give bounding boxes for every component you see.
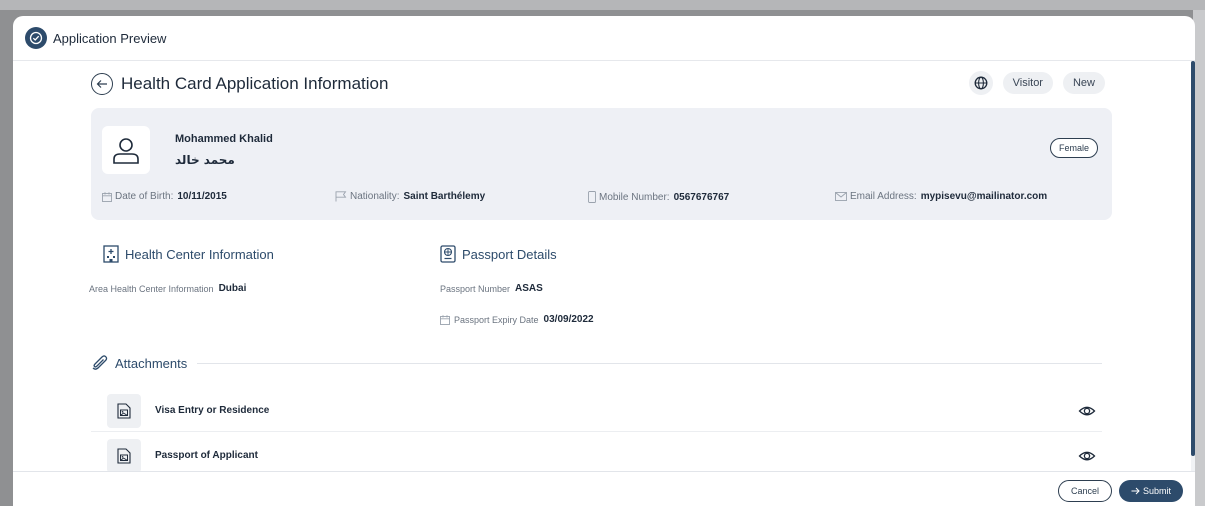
mobile-value: 0567676767 bbox=[673, 191, 730, 203]
passport-icon bbox=[440, 245, 456, 263]
attachments-title: Attachments bbox=[115, 355, 188, 371]
area-health-center-field: Area Health Center Information Dubai bbox=[89, 283, 246, 294]
health-center-heading: Health Center Information bbox=[103, 245, 274, 263]
back-button[interactable] bbox=[91, 73, 113, 95]
cancel-button[interactable]: Cancel bbox=[1058, 480, 1112, 502]
area-health-center-label: Area Health Center Information bbox=[89, 283, 214, 294]
arrow-left-icon bbox=[96, 80, 107, 88]
calendar-icon bbox=[440, 314, 450, 325]
passport-number-label: Passport Number bbox=[440, 283, 511, 294]
arrow-right-icon bbox=[1131, 487, 1140, 495]
phone-icon bbox=[588, 191, 596, 203]
attachment-label: Visa Entry or Residence bbox=[155, 405, 270, 416]
visitor-chip: Visitor bbox=[1002, 72, 1053, 94]
modal-header: Application Preview bbox=[13, 16, 1195, 61]
passport-title: Passport Details bbox=[462, 246, 557, 262]
passport-number-field: Passport Number ASAS bbox=[440, 283, 543, 294]
passport-expiry-field: Passport Expiry Date 03/09/2022 bbox=[440, 314, 594, 325]
email-label: Email Address: bbox=[850, 191, 917, 202]
submit-button[interactable]: Submit bbox=[1119, 480, 1183, 502]
profile-card: Mohammed Khalid محمد خالد Female Date of… bbox=[91, 108, 1112, 220]
nationality-value: Saint Barthélemy bbox=[403, 191, 486, 202]
status-chip: New bbox=[1062, 72, 1105, 94]
health-center-title: Health Center Information bbox=[125, 246, 274, 262]
passport-expiry-label: Passport Expiry Date bbox=[454, 314, 539, 325]
dob-field: Date of Birth: 10/11/2015 bbox=[102, 191, 227, 202]
eye-icon[interactable] bbox=[1078, 448, 1096, 464]
attachment-row: Passport of Applicant bbox=[91, 435, 1102, 471]
attachment-row: Visa Entry or Residence bbox=[91, 390, 1102, 432]
divider bbox=[197, 362, 1102, 364]
page-header: Health Card Application Information bbox=[91, 73, 388, 95]
check-circle-icon bbox=[25, 27, 47, 49]
applicant-name-ar: محمد خالد bbox=[175, 153, 235, 167]
mobile-label: Mobile Number: bbox=[599, 191, 670, 203]
document-image-icon bbox=[107, 393, 141, 428]
email-field: Email Address: mypisevu@mailinator.com bbox=[835, 191, 1047, 202]
flag-icon bbox=[335, 191, 347, 202]
modal-content[interactable]: Health Card Application Information Visi… bbox=[13, 61, 1195, 471]
modal-footer: Cancel Submit bbox=[13, 471, 1195, 506]
attachment-label: Passport of Applicant bbox=[155, 450, 258, 461]
scrollbar-thumb[interactable] bbox=[1191, 61, 1195, 456]
attachments-heading: Attachments bbox=[91, 354, 1102, 372]
gender-badge: Female bbox=[1049, 138, 1098, 158]
application-preview-modal: Application Preview Health Card Applicat… bbox=[13, 16, 1195, 506]
dob-label: Date of Birth: bbox=[115, 191, 174, 202]
backdrop bbox=[0, 0, 1205, 10]
page-title: Health Card Application Information bbox=[121, 74, 389, 93]
applicant-name-en: Mohammed Khalid bbox=[175, 133, 273, 145]
header-actions: Visitor New bbox=[968, 71, 1105, 95]
passport-heading: Passport Details bbox=[440, 245, 557, 263]
language-button[interactable] bbox=[968, 71, 993, 95]
calendar-icon bbox=[102, 191, 112, 202]
submit-label: Submit bbox=[1142, 486, 1171, 496]
passport-number-value: ASAS bbox=[515, 283, 543, 294]
email-value: mypisevu@mailinator.com bbox=[920, 191, 1048, 202]
eye-icon[interactable] bbox=[1078, 403, 1096, 419]
nationality-field: Nationality: Saint Barthélemy bbox=[335, 191, 485, 202]
paperclip-icon bbox=[92, 355, 108, 370]
modal-title: Application Preview bbox=[53, 30, 167, 46]
passport-expiry-value: 03/09/2022 bbox=[543, 314, 594, 325]
area-health-center-value: Dubai bbox=[218, 283, 247, 294]
avatar bbox=[102, 126, 150, 174]
user-icon bbox=[113, 138, 139, 164]
nationality-label: Nationality: bbox=[350, 191, 400, 202]
document-image-icon bbox=[107, 438, 141, 471]
mail-icon bbox=[835, 192, 847, 201]
globe-icon bbox=[974, 76, 988, 90]
dob-value: 10/11/2015 bbox=[177, 191, 227, 202]
mobile-field: Mobile Number: 0567676767 bbox=[588, 191, 729, 203]
building-icon bbox=[103, 245, 119, 263]
